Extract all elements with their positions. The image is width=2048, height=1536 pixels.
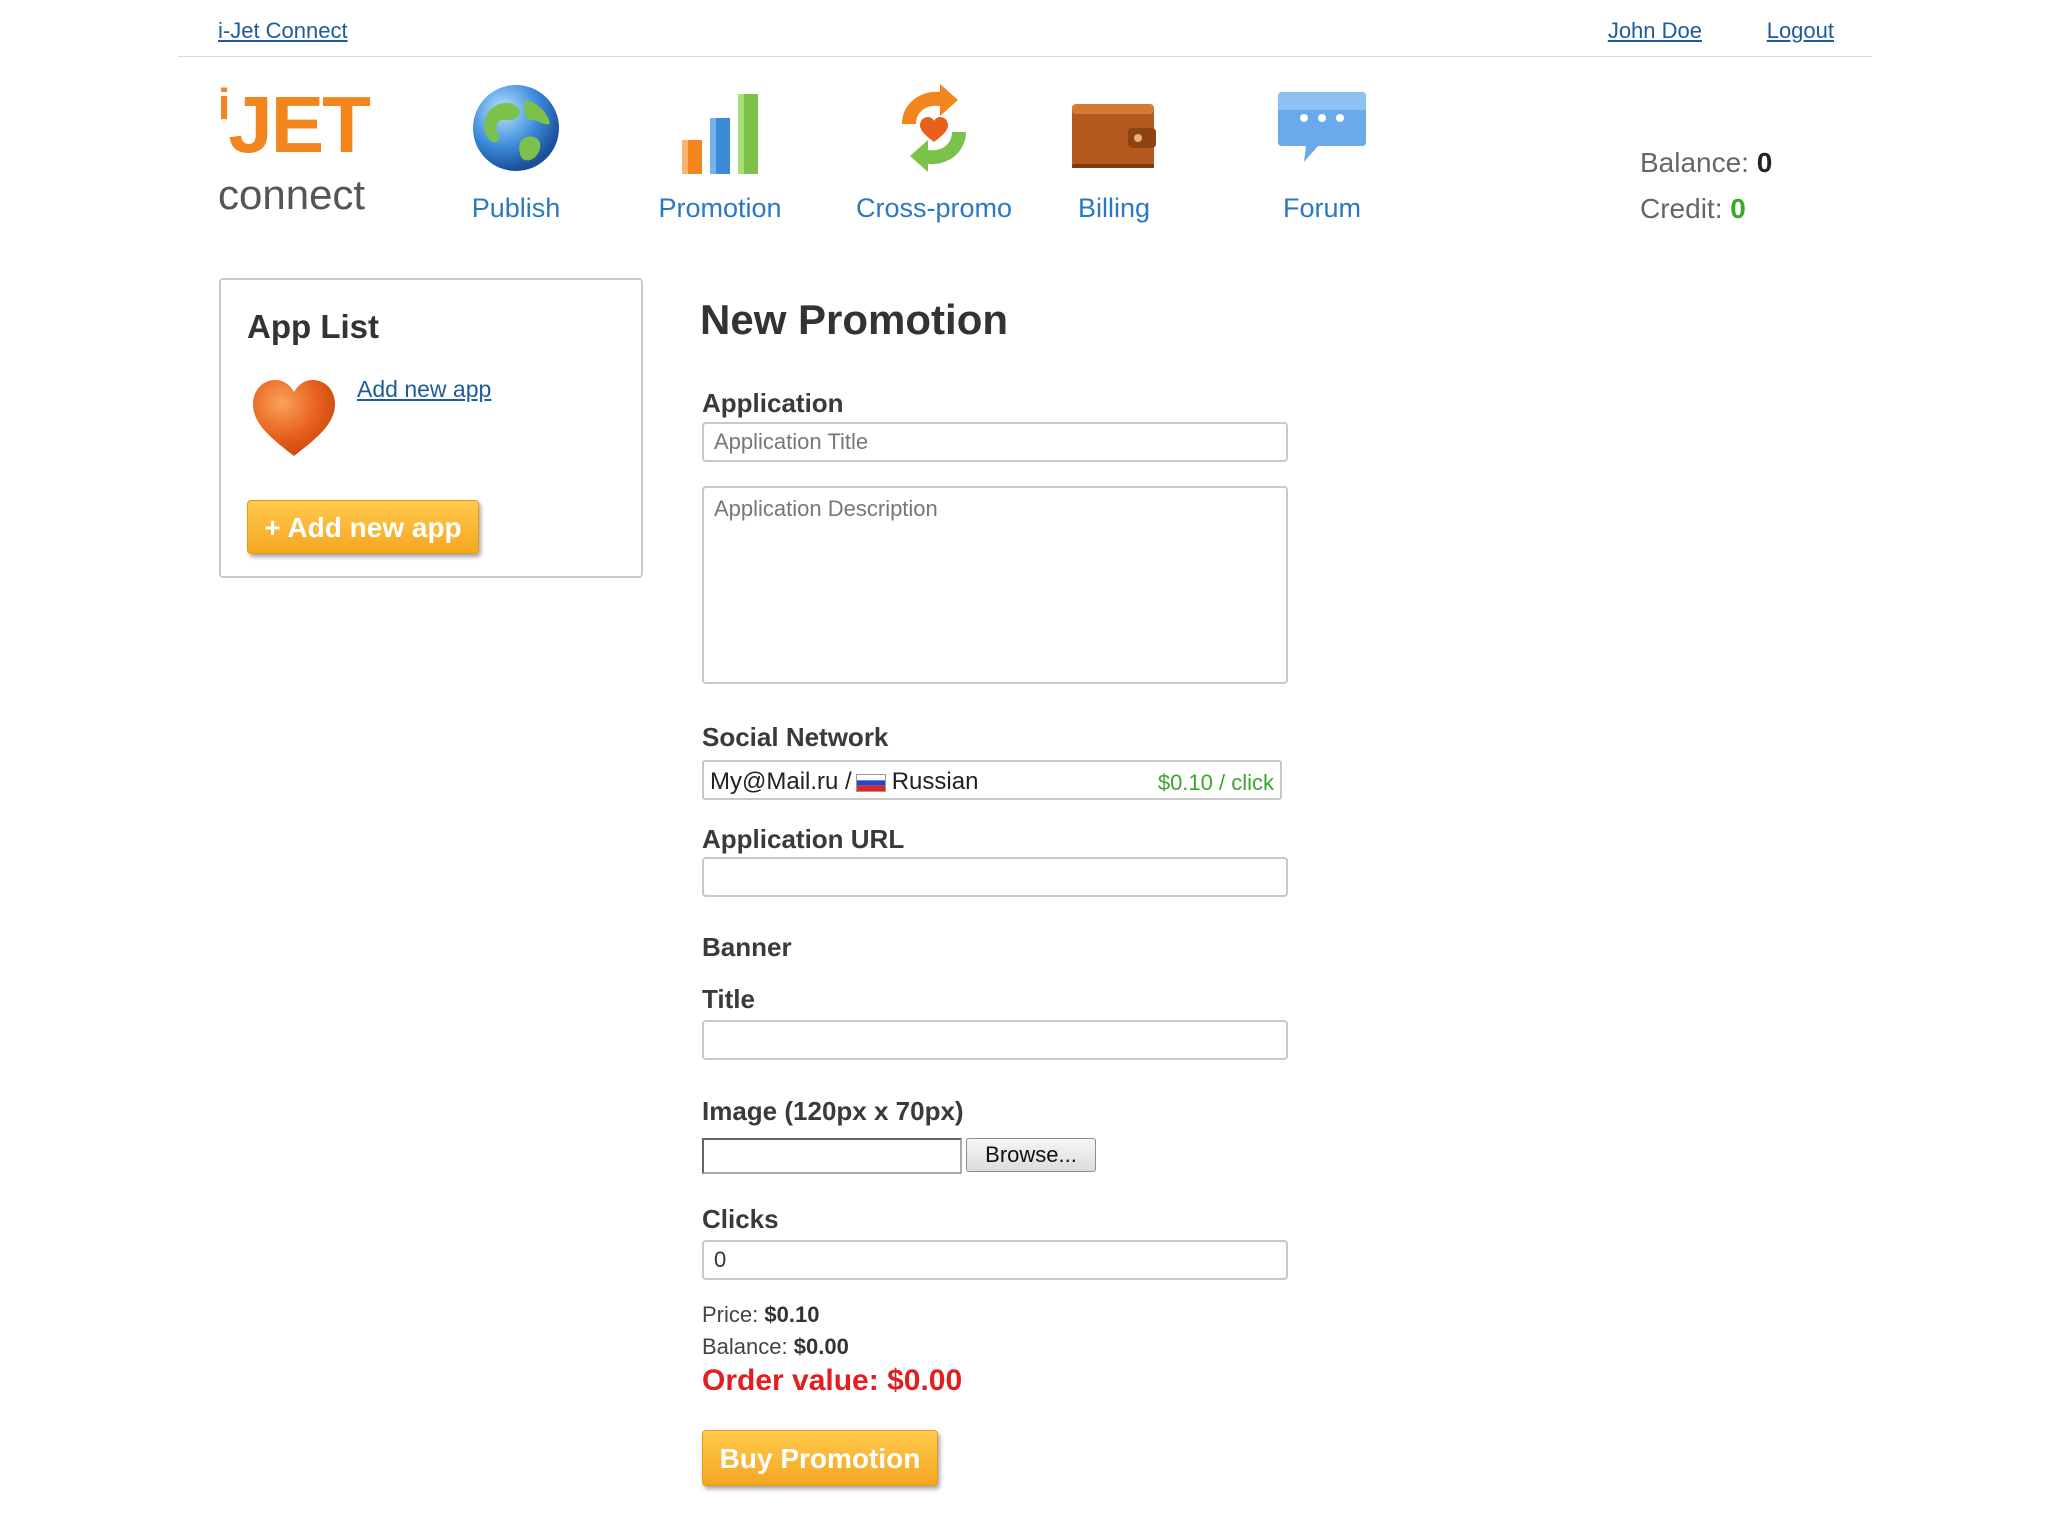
chat-bubble-icon	[1278, 92, 1366, 162]
price-value: $0.10	[764, 1302, 820, 1327]
account-balance-value: 0	[1756, 147, 1773, 178]
nav-publish-label: Publish	[471, 193, 561, 223]
banner-title-input[interactable]	[702, 1020, 1288, 1060]
account-credit: Credit: 0	[1640, 193, 1746, 224]
heart-icon[interactable]	[249, 376, 339, 460]
account-balance: Balance: 0	[1640, 147, 1773, 178]
application-title-input[interactable]	[702, 422, 1288, 462]
app-list-panel: App List Add new app + Add new app	[219, 278, 643, 578]
page: i-Jet Connect John Doe Logout iJET conne…	[0, 0, 2048, 1536]
order-value: Order value: $0.00	[702, 1364, 963, 1397]
application-url-input[interactable]	[702, 857, 1288, 897]
nav-promotion[interactable]: Promotion	[620, 80, 820, 224]
globe-icon	[473, 85, 559, 171]
clicks-label: Clicks	[702, 1204, 779, 1234]
banner-title-label: Title	[702, 984, 755, 1014]
nav-forum[interactable]: Forum	[1222, 80, 1422, 224]
banner-image-file-input[interactable]	[702, 1138, 962, 1174]
add-new-app-link[interactable]: Add new app	[357, 376, 491, 403]
app-list-title: App List	[247, 308, 379, 345]
application-url-label: Application URL	[702, 824, 905, 854]
buy-promotion-button[interactable]: Buy Promotion	[702, 1430, 938, 1486]
balance-summary: Balance: $0.00	[702, 1334, 849, 1359]
wallet-icon	[1072, 104, 1156, 168]
nav-promotion-label: Promotion	[658, 193, 782, 223]
social-network-price: $0.10 / click	[1157, 770, 1274, 795]
price-summary: Price: $0.10	[702, 1302, 820, 1327]
logout-link[interactable]: Logout	[1767, 18, 1834, 44]
browse-button[interactable]: Browse...	[966, 1138, 1096, 1172]
social-network-select[interactable]: My@Mail.ru / Russian $0.10 / click	[702, 760, 1282, 800]
balance-value: $0.00	[793, 1334, 849, 1359]
logo-wordmark: iJET	[218, 80, 371, 169]
account-summary: Balance: 0 Credit: 0	[1640, 140, 1772, 232]
banner-section-label: Banner	[702, 932, 792, 962]
nav-billing-label: Billing	[1077, 193, 1151, 223]
banner-image-label: Image (120px x 70px)	[702, 1096, 964, 1126]
page-title: New Promotion	[700, 296, 1009, 343]
add-new-app-button[interactable]: + Add new app	[247, 500, 479, 554]
nav-billing[interactable]: Billing	[1014, 80, 1214, 224]
nav-cross-promo[interactable]: Cross-promo	[834, 80, 1034, 224]
bar-chart-icon	[682, 94, 758, 174]
account-credit-value: 0	[1730, 193, 1746, 224]
social-network-label: Social Network	[702, 722, 889, 752]
russian-flag-icon	[855, 773, 886, 792]
social-network-selected: My@Mail.ru / Russian	[710, 768, 979, 795]
clicks-input[interactable]	[702, 1240, 1288, 1280]
application-label: Application	[702, 388, 844, 418]
top-bar: i-Jet Connect John Doe Logout	[178, 0, 1872, 57]
nav-forum-label: Forum	[1282, 193, 1361, 223]
brand-link[interactable]: i-Jet Connect	[218, 18, 348, 44]
ijet-connect-logo[interactable]: iJET connect	[218, 80, 378, 220]
nav-publish[interactable]: Publish	[416, 80, 616, 224]
nav-cross-promo-label: Cross-promo	[855, 193, 1013, 223]
application-description-input[interactable]	[702, 486, 1288, 684]
cross-promo-icon	[902, 84, 966, 172]
logo-subtitle: connect	[218, 171, 366, 218]
user-profile-link[interactable]: John Doe	[1608, 18, 1702, 44]
